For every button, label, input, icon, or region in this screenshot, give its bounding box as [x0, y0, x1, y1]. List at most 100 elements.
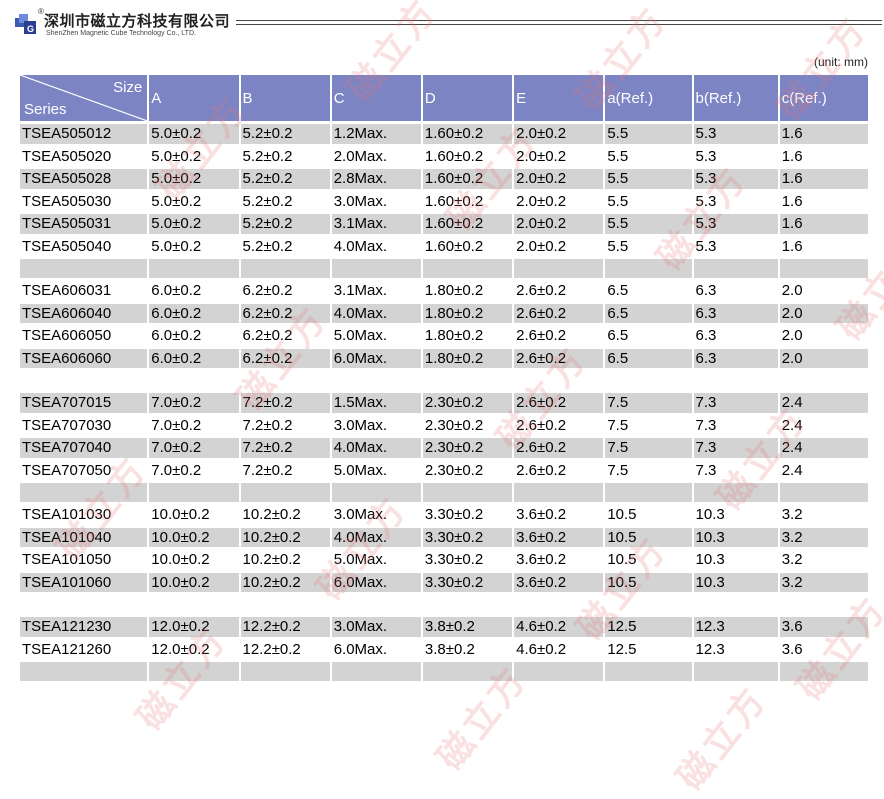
value-cell: 3.2 — [781, 551, 803, 569]
series-cell: TSEA505020 — [22, 147, 112, 165]
value-cell: 10.3 — [693, 572, 778, 592]
value-cell: 5.5 — [605, 169, 692, 189]
value-cell: 3.30±0.2 — [422, 527, 513, 547]
value-cell: 2.4 — [779, 438, 868, 458]
series-cell: TSEA707050 — [22, 461, 112, 479]
series-cell: TSEA707040 — [20, 438, 148, 458]
value-cell — [331, 662, 421, 681]
value-cell: 5.2±0.2 — [240, 169, 330, 189]
value-cell: 2.6±0.2 — [514, 303, 604, 323]
value-cell: 3.0Max. — [333, 506, 388, 524]
value-cell: 5.3 — [693, 124, 778, 144]
value-cell — [514, 259, 604, 278]
value-cell: 3.30±0.2 — [422, 572, 513, 592]
value-cell — [332, 595, 421, 614]
value-cell: 4.0Max. — [331, 303, 421, 323]
value-cell: 3.6 — [779, 617, 868, 637]
table-row: TSEA505040 5.0±0.2 5.2±0.2 4.0Max. 1.60±0.2 2… — [20, 237, 868, 257]
value-cell: 2.0 — [779, 303, 868, 323]
series-cell: TSEA101050 — [22, 551, 112, 569]
value-cell: 2.4 — [779, 393, 868, 413]
value-cell — [514, 595, 603, 614]
value-cell: 5.3 — [693, 214, 778, 234]
value-cell: 5.2±0.2 — [242, 147, 293, 165]
value-cell — [605, 662, 692, 681]
value-cell: 5.0±0.2 — [149, 124, 239, 144]
value-cell — [780, 595, 868, 614]
corner-header: Size Series — [20, 75, 148, 121]
value-cell: 3.8±0.2 — [422, 617, 513, 637]
value-cell: 5.2±0.2 — [240, 124, 330, 144]
table-row: TSEA505020 5.0±0.2 5.2±0.2 2.0Max. 1.60±0.2 2… — [20, 147, 868, 167]
value-cell: 7.2±0.2 — [242, 461, 293, 479]
column-header-d: D — [422, 75, 513, 121]
value-cell: 6.0±0.2 — [151, 327, 202, 345]
value-cell — [605, 259, 692, 278]
value-cell — [693, 259, 778, 278]
value-cell: 3.6±0.2 — [514, 527, 604, 547]
company-name-en: ShenZhen Magnetic Cube Technology Co., L… — [46, 30, 196, 37]
column-header-a: A — [149, 75, 239, 121]
value-cell: 1.2Max. — [331, 124, 421, 144]
value-cell: 6.3 — [695, 282, 717, 300]
value-cell: 2.8Max. — [331, 169, 421, 189]
series-cell: TSEA101060 — [20, 572, 148, 592]
value-cell: 1.5Max. — [331, 393, 421, 413]
value-cell — [149, 371, 238, 390]
value-cell: 2.0Max. — [333, 147, 388, 165]
value-cell: 3.2 — [781, 506, 803, 524]
table-row: TSEA121230 12.0±0.2 12.2±0.2 3.0Max. 3.8±0.2… — [20, 617, 868, 637]
value-cell: 5.0Max. — [333, 327, 388, 345]
value-cell: 10.2±0.2 — [242, 506, 301, 524]
value-cell: 6.3 — [695, 327, 717, 345]
series-cell — [20, 259, 148, 278]
value-cell: 7.3 — [693, 393, 778, 413]
series-cell: TSEA606040 — [20, 303, 148, 323]
value-cell — [605, 371, 691, 390]
value-cell: 6.0±0.2 — [149, 303, 239, 323]
value-cell: 6.2±0.2 — [240, 348, 330, 368]
value-cell: 4.6±0.2 — [516, 640, 567, 658]
table-row: TSEA101060 10.0±0.2 10.2±0.2 6.0Max. 3.30±0.… — [20, 572, 868, 592]
value-cell: 6.0±0.2 — [149, 348, 239, 368]
table-row: TSEA101040 10.0±0.2 10.2±0.2 4.0Max. 3.30±0.… — [20, 527, 868, 547]
value-cell: 12.2±0.2 — [240, 617, 330, 637]
table-row: TSEA101050 10.0±0.2 10.2±0.2 5.0Max. 3.30±0.… — [20, 550, 868, 570]
table-row: TSEA606050 6.0±0.2 6.2±0.2 5.0Max. 1.80±0.2 2… — [20, 326, 868, 346]
value-cell: 7.3 — [693, 438, 778, 458]
value-cell: 3.6±0.2 — [516, 551, 567, 569]
value-cell: 10.2±0.2 — [240, 572, 330, 592]
table-row: TSEA707030 7.0±0.2 7.2±0.2 3.0Max. 2.30±0.2 2… — [20, 416, 868, 436]
value-cell: 3.2 — [779, 527, 868, 547]
value-cell: 3.30±0.2 — [424, 506, 484, 524]
value-cell: 1.60±0.2 — [422, 124, 513, 144]
series-cell — [20, 662, 148, 681]
value-cell: 3.6±0.2 — [516, 506, 567, 524]
value-cell: 5.3 — [693, 169, 778, 189]
value-cell — [241, 595, 330, 614]
value-cell: 5.0±0.2 — [151, 192, 202, 210]
value-cell: 1.80±0.2 — [422, 348, 513, 368]
value-cell: 2.6±0.2 — [514, 348, 604, 368]
value-cell: 1.80±0.2 — [424, 282, 484, 300]
value-cell — [423, 371, 512, 390]
value-cell: 6.2±0.2 — [242, 327, 293, 345]
value-cell: 1.80±0.2 — [424, 327, 484, 345]
value-cell: 12.3 — [695, 640, 725, 658]
value-cell: 12.5 — [607, 640, 637, 658]
value-cell: 10.3 — [695, 506, 725, 524]
series-cell: TSEA121260 — [22, 640, 112, 658]
company-name-cn: 深圳市磁立方科技有限公司 — [44, 13, 231, 30]
table-row: TSEA606060 6.0±0.2 6.2±0.2 6.0Max. 1.80±0.2 2… — [20, 348, 868, 368]
value-cell: 2.0 — [779, 348, 868, 368]
table-spacer-row — [20, 259, 868, 278]
value-cell: 2.6±0.2 — [514, 438, 604, 458]
value-cell: 7.3 — [695, 416, 717, 434]
table-spacer-row — [20, 371, 868, 390]
value-cell — [779, 483, 868, 502]
value-cell: 5.2±0.2 — [242, 237, 293, 255]
value-cell: 5.0±0.2 — [151, 237, 202, 255]
series-cell — [20, 483, 148, 502]
value-cell: 12.2±0.2 — [242, 640, 301, 658]
value-cell — [149, 259, 239, 278]
